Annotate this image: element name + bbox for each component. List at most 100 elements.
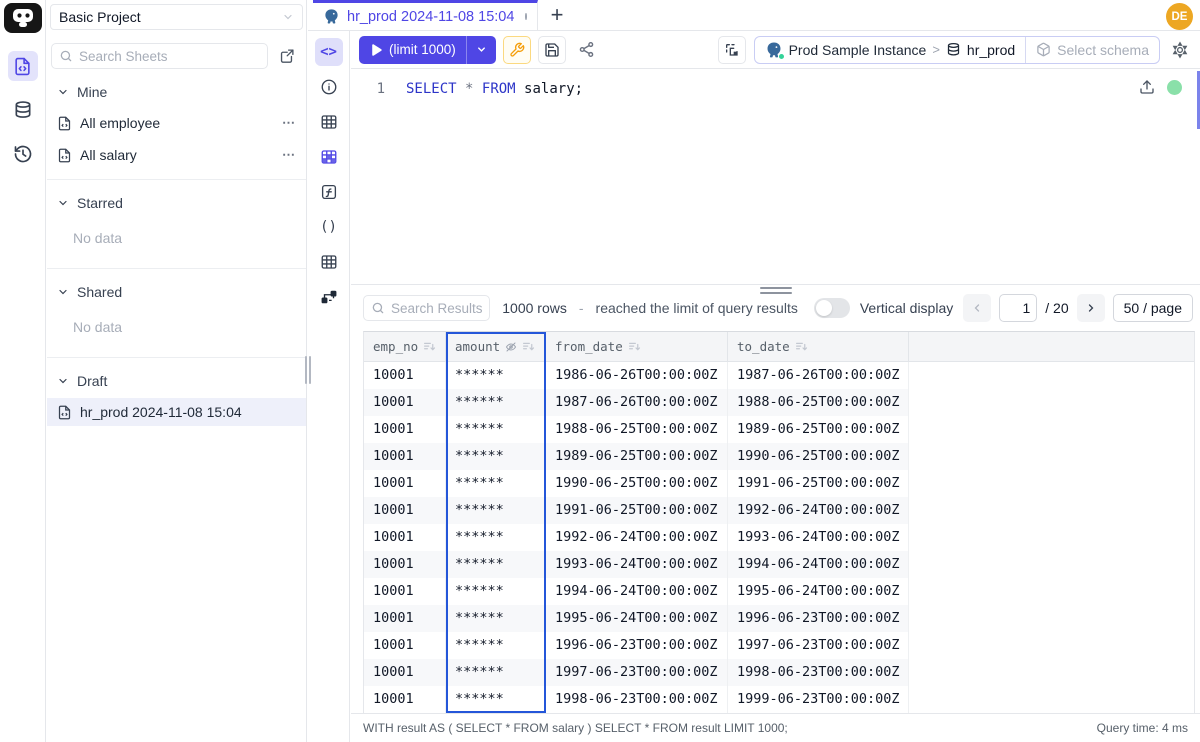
- tab-active-worksheet[interactable]: hr_prod 2024-11-08 15:04: [313, 0, 538, 30]
- worksheet-rail-button[interactable]: [8, 51, 38, 81]
- schema-selector[interactable]: Select schema: [1025, 37, 1159, 63]
- ai-assistant-button[interactable]: [1168, 38, 1192, 62]
- cell-from_date[interactable]: 1994-06-24T00:00:00Z: [546, 578, 728, 605]
- cell-to_date[interactable]: 1998-06-23T00:00:00Z: [728, 659, 909, 686]
- panel-resize-handle[interactable]: [760, 287, 792, 297]
- cell-emp_no[interactable]: 10001: [364, 659, 446, 686]
- cell-to_date[interactable]: 1988-06-25T00:00:00Z: [728, 389, 909, 416]
- cell-amount[interactable]: ******: [446, 470, 546, 497]
- project-select[interactable]: Basic Project: [50, 4, 303, 30]
- cell-emp_no[interactable]: 10001: [364, 686, 446, 713]
- sheet-item-all-salary[interactable]: All salary ⋯: [47, 141, 306, 169]
- cell-amount[interactable]: ******: [446, 578, 546, 605]
- masked-tables-panel-button[interactable]: [315, 143, 343, 171]
- cell-from_date[interactable]: 1995-06-24T00:00:00Z: [546, 605, 728, 632]
- more-icon[interactable]: ⋯: [282, 147, 296, 163]
- tables-panel-button[interactable]: [315, 108, 343, 136]
- cell-emp_no[interactable]: 10001: [364, 605, 446, 632]
- page-size-select[interactable]: 50 / page: [1113, 294, 1193, 322]
- cell-emp_no[interactable]: 10001: [364, 362, 446, 389]
- functions-panel-button[interactable]: [315, 178, 343, 206]
- cell-to_date[interactable]: 1995-06-24T00:00:00Z: [728, 578, 909, 605]
- search-results-input[interactable]: [391, 301, 482, 316]
- column-header-to-date[interactable]: to_date: [728, 332, 909, 361]
- info-panel-button[interactable]: [315, 73, 343, 101]
- column-header-emp-no[interactable]: emp_no: [364, 332, 446, 361]
- section-mine-header[interactable]: Mine: [47, 79, 306, 105]
- vertical-display-toggle[interactable]: [814, 298, 850, 318]
- cell-emp_no[interactable]: 10001: [364, 470, 446, 497]
- schema-diagram-panel-button[interactable]: [315, 283, 343, 311]
- views-panel-button[interactable]: [315, 248, 343, 276]
- run-options-caret[interactable]: [467, 44, 496, 55]
- cell-emp_no[interactable]: 10001: [364, 578, 446, 605]
- cell-to_date[interactable]: 1992-06-24T00:00:00Z: [728, 497, 909, 524]
- upload-sql-icon[interactable]: [1139, 79, 1155, 95]
- cell-amount[interactable]: ******: [446, 389, 546, 416]
- cell-to_date[interactable]: 1989-06-25T00:00:00Z: [728, 416, 909, 443]
- cell-emp_no[interactable]: 10001: [364, 389, 446, 416]
- cell-from_date[interactable]: 1990-06-25T00:00:00Z: [546, 470, 728, 497]
- cell-from_date[interactable]: 1987-06-26T00:00:00Z: [546, 389, 728, 416]
- cell-to_date[interactable]: 1997-06-23T00:00:00Z: [728, 632, 909, 659]
- cell-amount[interactable]: ******: [446, 524, 546, 551]
- cell-emp_no[interactable]: 10001: [364, 497, 446, 524]
- cell-to_date[interactable]: 1987-06-26T00:00:00Z: [728, 362, 909, 389]
- cell-from_date[interactable]: 1992-06-24T00:00:00Z: [546, 524, 728, 551]
- sheet-item-draft-current[interactable]: hr_prod 2024-11-08 15:04: [47, 398, 306, 426]
- sidebar-resize-handle[interactable]: [305, 356, 313, 384]
- section-starred-header[interactable]: Starred: [47, 190, 306, 216]
- cell-emp_no[interactable]: 10001: [364, 416, 446, 443]
- cell-amount[interactable]: ******: [446, 632, 546, 659]
- cell-to_date[interactable]: 1996-06-23T00:00:00Z: [728, 605, 909, 632]
- column-header-amount[interactable]: amount: [446, 332, 546, 361]
- next-page-button[interactable]: [1077, 294, 1105, 322]
- cell-to_date[interactable]: 1993-06-24T00:00:00Z: [728, 524, 909, 551]
- cell-amount[interactable]: ******: [446, 659, 546, 686]
- procedures-panel-button[interactable]: (): [315, 213, 343, 241]
- sheet-item-all-employee[interactable]: All employee ⋯: [47, 109, 306, 137]
- cell-to_date[interactable]: 1994-06-24T00:00:00Z: [728, 551, 909, 578]
- cell-amount[interactable]: ******: [446, 362, 546, 389]
- save-sheet-button[interactable]: [538, 36, 566, 64]
- import-sheet-button[interactable]: [274, 44, 298, 68]
- more-icon[interactable]: ⋯: [282, 115, 296, 131]
- new-tab-button[interactable]: +: [538, 0, 576, 30]
- cell-amount[interactable]: ******: [446, 443, 546, 470]
- cell-emp_no[interactable]: 10001: [364, 551, 446, 578]
- cell-from_date[interactable]: 1993-06-24T00:00:00Z: [546, 551, 728, 578]
- share-sheet-button[interactable]: [573, 36, 601, 64]
- cell-to_date[interactable]: 1991-06-25T00:00:00Z: [728, 470, 909, 497]
- cell-amount[interactable]: ******: [446, 686, 546, 713]
- cell-from_date[interactable]: 1991-06-25T00:00:00Z: [546, 497, 728, 524]
- sql-editor[interactable]: 1 SELECT * FROM salary;: [351, 69, 1200, 284]
- column-header-from-date[interactable]: from_date: [546, 332, 728, 361]
- section-draft-header[interactable]: Draft: [47, 368, 306, 394]
- cell-from_date[interactable]: 1989-06-25T00:00:00Z: [546, 443, 728, 470]
- cell-from_date[interactable]: 1997-06-23T00:00:00Z: [546, 659, 728, 686]
- section-shared-header[interactable]: Shared: [47, 279, 306, 305]
- instance-database-selector[interactable]: Prod Sample Instance > hr_prod: [755, 41, 1026, 59]
- cell-amount[interactable]: ******: [446, 416, 546, 443]
- cell-emp_no[interactable]: 10001: [364, 524, 446, 551]
- cell-emp_no[interactable]: 10001: [364, 632, 446, 659]
- cell-amount[interactable]: ******: [446, 551, 546, 578]
- cell-from_date[interactable]: 1988-06-25T00:00:00Z: [546, 416, 728, 443]
- format-sql-button[interactable]: [503, 36, 531, 64]
- batch-query-button[interactable]: [718, 36, 746, 64]
- user-avatar[interactable]: DE: [1166, 3, 1193, 30]
- cell-from_date[interactable]: 1986-06-26T00:00:00Z: [546, 362, 728, 389]
- page-number-input[interactable]: [999, 294, 1037, 322]
- cell-amount[interactable]: ******: [446, 605, 546, 632]
- bytebase-logo-icon[interactable]: [4, 3, 42, 33]
- history-rail-button[interactable]: [8, 139, 38, 169]
- cell-from_date[interactable]: 1998-06-23T00:00:00Z: [546, 686, 728, 713]
- cell-to_date[interactable]: 1990-06-25T00:00:00Z: [728, 443, 909, 470]
- code-panel-button[interactable]: <>: [315, 38, 343, 66]
- cell-amount[interactable]: ******: [446, 497, 546, 524]
- cell-emp_no[interactable]: 10001: [364, 443, 446, 470]
- databases-rail-button[interactable]: [8, 95, 38, 125]
- cell-to_date[interactable]: 1999-06-23T00:00:00Z: [728, 686, 909, 713]
- cell-from_date[interactable]: 1996-06-23T00:00:00Z: [546, 632, 728, 659]
- prev-page-button[interactable]: [963, 294, 991, 322]
